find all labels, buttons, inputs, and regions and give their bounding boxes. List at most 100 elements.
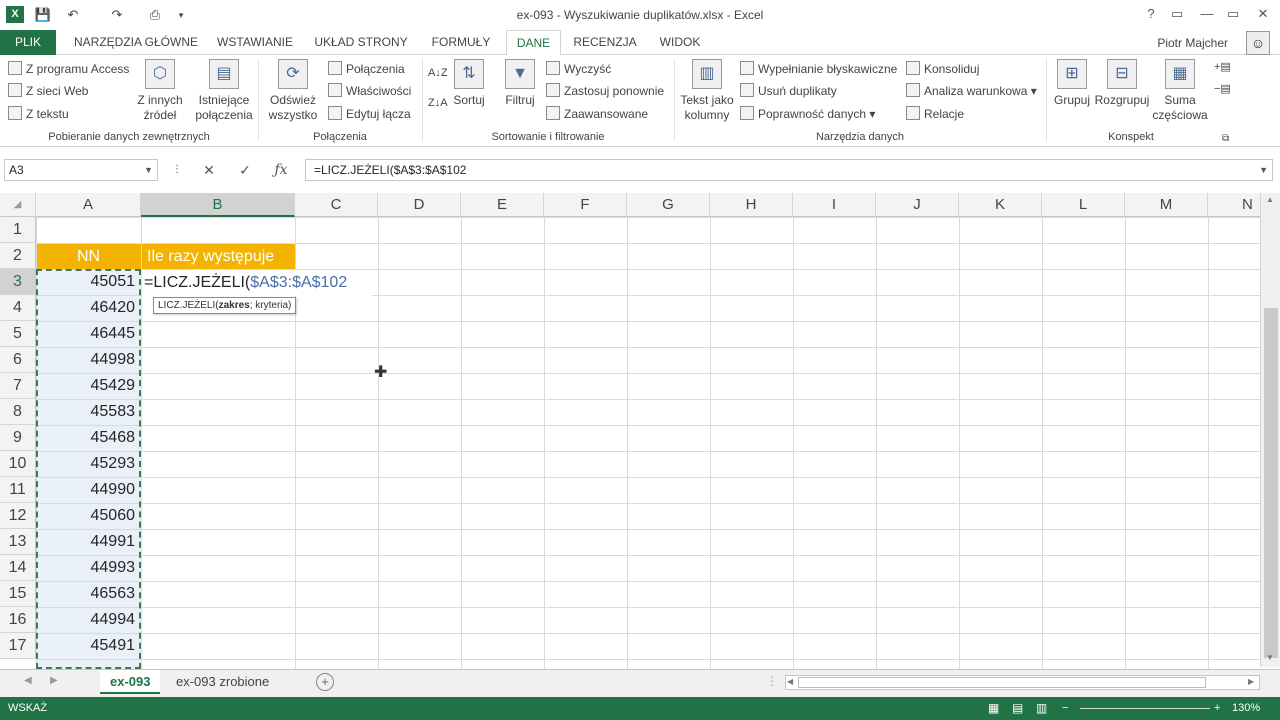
- reapply-button[interactable]: Zastosuj ponownie: [546, 81, 664, 101]
- row-header-12[interactable]: 12: [0, 503, 36, 529]
- row-header-17[interactable]: 17: [0, 633, 36, 659]
- remove-duplicates-button[interactable]: Usuń duplikaty: [740, 81, 837, 101]
- close-button[interactable]: ✕: [1252, 4, 1274, 24]
- column-header-j[interactable]: J: [876, 193, 959, 217]
- row-header-4[interactable]: 4: [0, 295, 36, 321]
- name-box[interactable]: A3 ▼: [4, 159, 158, 181]
- zoom-out-icon[interactable]: −: [1062, 697, 1068, 720]
- tab-view[interactable]: WIDOK: [649, 30, 711, 55]
- column-header-k[interactable]: K: [959, 193, 1042, 217]
- horizontal-scroll-thumb[interactable]: [798, 677, 1206, 688]
- hide-detail-icon[interactable]: −▤: [1214, 79, 1231, 99]
- row-header-2[interactable]: 2: [0, 243, 36, 269]
- scroll-right-icon[interactable]: ▶: [1248, 677, 1254, 686]
- filter-button[interactable]: ▼ Filtruj: [500, 59, 540, 108]
- tab-page-layout[interactable]: UKŁAD STRONY: [306, 30, 416, 55]
- cell-b2[interactable]: Ile razy występuje: [147, 244, 295, 270]
- row-header-3[interactable]: 3: [0, 269, 36, 295]
- column-header-n[interactable]: N: [1208, 193, 1260, 217]
- column-header-l[interactable]: L: [1042, 193, 1125, 217]
- column-header-e[interactable]: E: [461, 193, 544, 217]
- row-header-9[interactable]: 9: [0, 425, 36, 451]
- properties-button[interactable]: Właściwości: [328, 81, 411, 101]
- row-header-10[interactable]: 10: [0, 451, 36, 477]
- column-header-d[interactable]: D: [378, 193, 461, 217]
- sheet-tab-ex-093[interactable]: ex-093: [100, 670, 161, 694]
- column-header-b[interactable]: B: [141, 193, 295, 217]
- minimize-button[interactable]: —: [1196, 4, 1218, 24]
- dialog-launcher-icon[interactable]: ⧉: [1222, 129, 1229, 149]
- column-header-f[interactable]: F: [544, 193, 627, 217]
- show-detail-icon[interactable]: +▤: [1214, 57, 1231, 77]
- from-web-button[interactable]: Z sieci Web: [8, 81, 88, 101]
- scroll-up-icon[interactable]: ▲: [1266, 195, 1274, 204]
- clear-filter-button[interactable]: Wyczyść: [546, 59, 611, 79]
- new-sheet-icon[interactable]: +: [316, 673, 334, 691]
- column-header-i[interactable]: I: [793, 193, 876, 217]
- function-argument-tooltip[interactable]: LICZ.JEŻELI(zakres; kryteria): [153, 297, 297, 314]
- scroll-left-icon[interactable]: ◀: [787, 677, 793, 686]
- row-header-6[interactable]: 6: [0, 347, 36, 373]
- consolidate-button[interactable]: Konsoliduj: [906, 59, 979, 79]
- zoom-level[interactable]: 130%: [1232, 697, 1260, 720]
- horizontal-scrollbar[interactable]: ◀ ▶: [785, 675, 1260, 690]
- row-header-16[interactable]: 16: [0, 607, 36, 633]
- formula-input[interactable]: =LICZ.JEŻELI($A$3:$A$102 ▼: [305, 159, 1273, 181]
- maximize-button[interactable]: ▭: [1222, 4, 1244, 24]
- row-header-8[interactable]: 8: [0, 399, 36, 425]
- row-header-14[interactable]: 14: [0, 555, 36, 581]
- row-header-13[interactable]: 13: [0, 529, 36, 555]
- column-header-a[interactable]: A: [36, 193, 141, 217]
- help-button[interactable]: ?: [1140, 4, 1162, 24]
- avatar[interactable]: ☺: [1246, 31, 1270, 55]
- cancel-icon[interactable]: ✕: [194, 159, 224, 181]
- zoom-slider[interactable]: [1080, 708, 1210, 709]
- vertical-scrollbar[interactable]: ▲ ▼: [1260, 193, 1280, 667]
- sort-button[interactable]: ⇅ Sortuj: [452, 59, 486, 108]
- flash-fill-button[interactable]: Wypełnianie błyskawiczne: [740, 59, 897, 79]
- page-break-view-icon[interactable]: ▥: [1036, 697, 1047, 720]
- expand-formula-bar-icon[interactable]: ▼: [1259, 160, 1268, 180]
- tab-review[interactable]: RECENZJA: [567, 30, 643, 55]
- text-to-columns-button[interactable]: ▥ Tekst jako kolumny: [678, 59, 736, 123]
- cell-b3-editing[interactable]: =LICZ.JEŻELI($A$3:$A$102: [142, 270, 372, 296]
- group-button[interactable]: ⊞ Grupuj: [1050, 59, 1094, 108]
- row-header-15[interactable]: 15: [0, 581, 36, 607]
- ungroup-button[interactable]: ⊟ Rozgrupuj: [1094, 59, 1150, 108]
- next-sheet-icon[interactable]: ▶: [50, 675, 58, 686]
- existing-connections-button[interactable]: ▤ Istniejące połączenia: [194, 59, 254, 123]
- vertical-scroll-thumb[interactable]: [1264, 308, 1278, 658]
- refresh-all-button[interactable]: ⟳ Odśwież wszystko: [264, 59, 322, 123]
- column-header-m[interactable]: M: [1125, 193, 1208, 217]
- prev-sheet-icon[interactable]: ◀: [24, 675, 32, 686]
- connections-button[interactable]: Połączenia: [328, 59, 405, 79]
- tab-data[interactable]: DANE: [506, 30, 561, 56]
- name-box-dropdown-icon[interactable]: ▼: [144, 160, 153, 180]
- select-all-corner[interactable]: ◢: [0, 193, 36, 217]
- tab-split-icon[interactable]: ⋮: [766, 674, 778, 688]
- enter-icon[interactable]: ✓: [230, 159, 260, 181]
- user-name[interactable]: Piotr Majcher: [1157, 36, 1228, 50]
- from-text-button[interactable]: Z tekstu: [8, 104, 69, 124]
- ribbon-display-options-button[interactable]: ▭: [1166, 4, 1188, 24]
- row-header-5[interactable]: 5: [0, 321, 36, 347]
- row-header-1[interactable]: 1: [0, 217, 36, 243]
- row-header-11[interactable]: 11: [0, 477, 36, 503]
- tab-insert[interactable]: WSTAWIANIE: [210, 30, 300, 55]
- scroll-down-icon[interactable]: ▼: [1266, 653, 1274, 662]
- advanced-filter-button[interactable]: Zaawansowane: [546, 104, 648, 124]
- column-header-c[interactable]: C: [295, 193, 378, 217]
- sort-az-icon[interactable]: A↓Z: [428, 63, 448, 83]
- sheet-tab-ex-093-zrobione[interactable]: ex-093 zrobione: [166, 670, 279, 694]
- what-if-analysis-button[interactable]: Analiza warunkowa ▾: [906, 81, 1037, 101]
- tab-formulas[interactable]: FORMUŁY: [422, 30, 500, 55]
- page-layout-view-icon[interactable]: ▤: [1012, 697, 1023, 720]
- subtotal-button[interactable]: ▦ Suma częściowa: [1152, 59, 1208, 123]
- edit-links-button[interactable]: Edytuj łącza: [328, 104, 411, 124]
- sort-za-icon[interactable]: Z↓A: [428, 93, 448, 113]
- tab-home[interactable]: NARZĘDZIA GŁÓWNE: [66, 30, 206, 55]
- tab-file[interactable]: PLIK: [0, 30, 56, 55]
- zoom-in-icon[interactable]: +: [1214, 697, 1220, 720]
- insert-function-icon[interactable]: ƒx: [266, 159, 296, 181]
- from-access-button[interactable]: Z programu Access: [8, 59, 129, 79]
